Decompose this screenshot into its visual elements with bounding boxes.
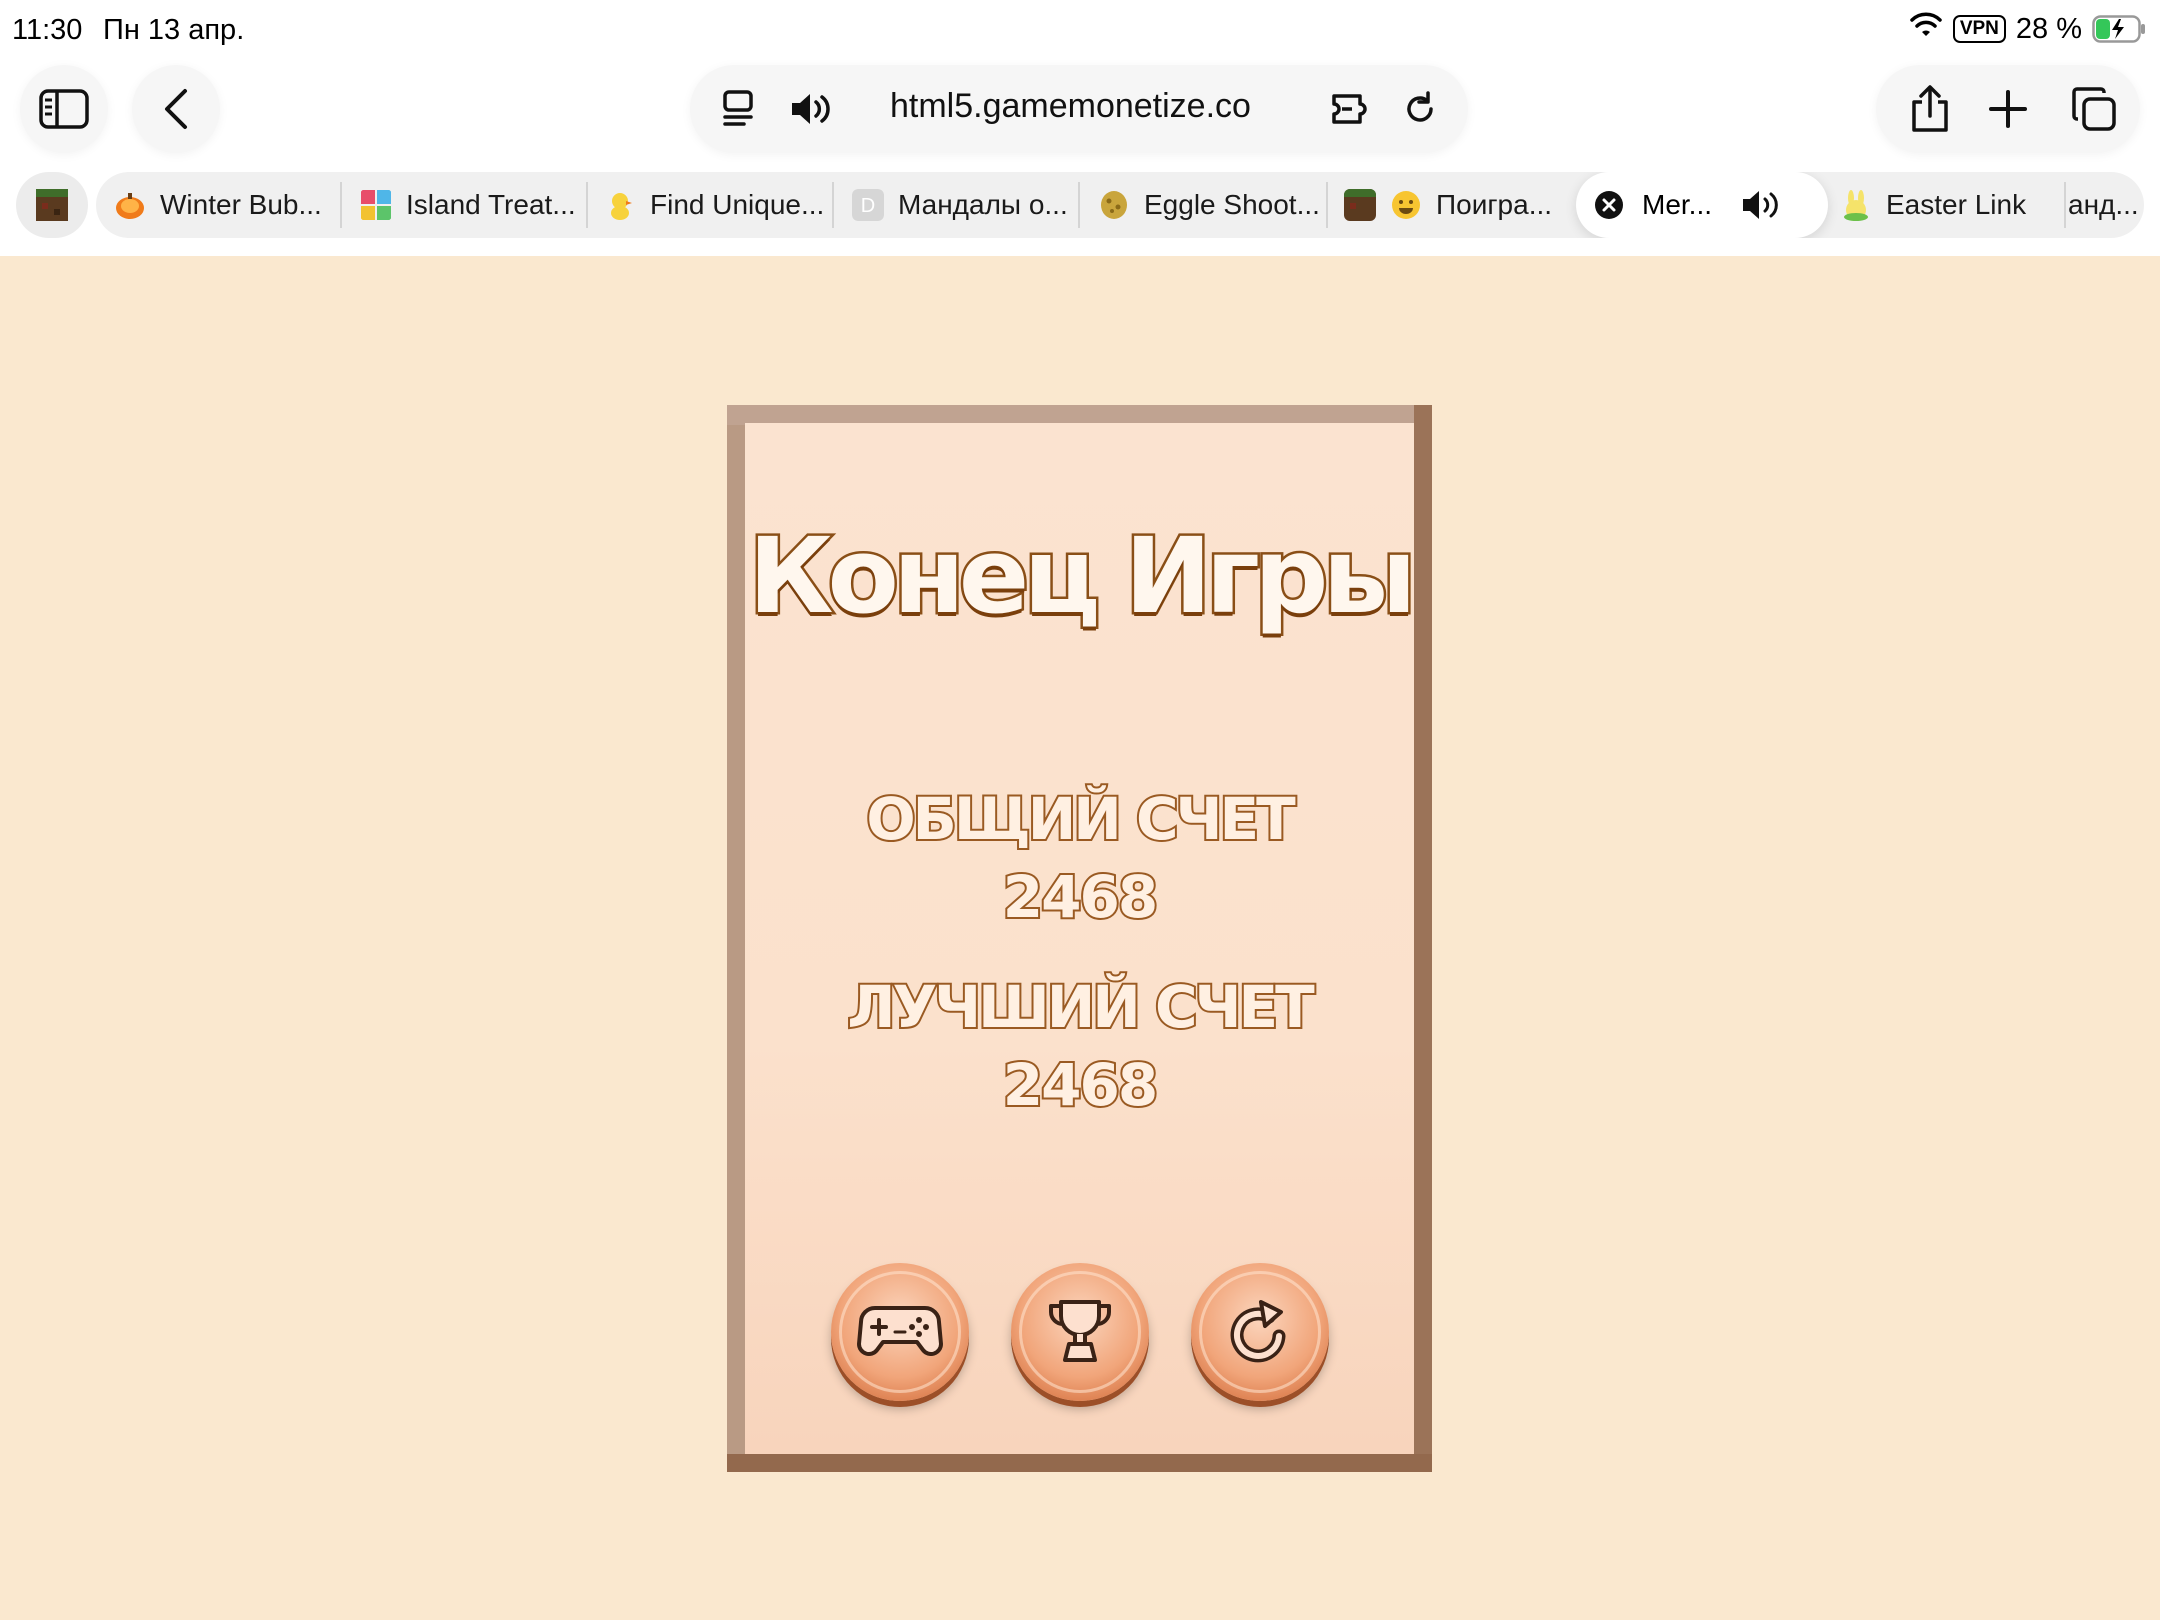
tab-divider — [1326, 182, 1328, 228]
minecraft-block-favicon — [36, 189, 68, 221]
best-score-label: ЛУЧШИЙ СЧЕТ — [845, 971, 1316, 1043]
tab-label: Мандалы о... — [898, 189, 1068, 220]
tab-divider — [586, 182, 588, 228]
tab-island-treat[interactable]: Island Treat... — [360, 172, 576, 238]
sidebar-toggle-button[interactable] — [20, 65, 108, 153]
restart-icon — [1230, 1300, 1286, 1363]
extensions-icon[interactable] — [1328, 85, 1376, 133]
panel-frame-top — [727, 405, 1432, 425]
reader-mode-icon[interactable] — [714, 85, 762, 133]
status-date: Пн 13 апр. — [103, 14, 245, 46]
tab-group-button[interactable] — [16, 172, 88, 238]
puzzle-favicon — [361, 190, 391, 220]
tab-mandaly[interactable]: D Мандалы о... — [852, 172, 1068, 238]
tab-label: Find Unique... — [650, 189, 825, 220]
tab-winter-bubble[interactable]: Winter Bub... — [114, 172, 322, 238]
minecraft-block-favicon — [1344, 189, 1376, 221]
chevron-left-icon — [165, 89, 187, 129]
letter-d-favicon: D — [852, 189, 884, 221]
best-score-value: 2468 — [1001, 1049, 1160, 1121]
tab-eggle-shooter[interactable]: Eggle Shoot... — [1098, 172, 1320, 238]
tab-divider — [340, 182, 342, 228]
speaker-icon[interactable] — [786, 85, 834, 133]
trophy-icon — [1049, 1300, 1111, 1362]
restart-button[interactable] — [1191, 1263, 1329, 1401]
close-icon[interactable] — [1594, 190, 1624, 220]
tab-label: анд... — [2068, 189, 2139, 220]
tab-label: Winter Bub... — [160, 189, 322, 220]
game-over-panel: Конец Игры ОБЩИЙ СЧЕТ 2468 ЛУЧШИЙ СЧЕТ 2… — [727, 405, 1432, 1472]
svg-text:D: D — [861, 195, 875, 217]
sidebar-icon — [39, 89, 89, 129]
leaderboard-button[interactable] — [1011, 1263, 1149, 1401]
pumpkin-favicon — [116, 193, 144, 219]
browser-chrome: 11:30 Пн 13 апр. VPN 28 % html5.gamemone… — [0, 0, 2160, 256]
total-score-value: 2468 — [1001, 861, 1160, 933]
new-tab-plus-icon[interactable] — [1982, 83, 2034, 135]
toolbar-actions — [1876, 65, 2140, 153]
tab-active-merge[interactable]: Mer... — [1576, 172, 1828, 238]
tab-partial[interactable]: анд... — [2068, 172, 2139, 238]
tab-divider — [2064, 182, 2066, 228]
status-time: 11:30 — [12, 14, 83, 46]
game-over-title: Конец Игры — [746, 513, 1419, 640]
speaker-icon[interactable] — [1740, 189, 1782, 221]
tab-label: Easter Link — [1886, 189, 2027, 220]
tab-divider — [1078, 182, 1080, 228]
total-score-label: ОБЩИЙ СЧЕТ — [864, 783, 1297, 855]
share-icon[interactable] — [1904, 83, 1956, 135]
tab-overview-icon[interactable] — [2068, 83, 2120, 135]
wifi-icon — [1909, 12, 1943, 46]
egg-favicon — [1101, 191, 1127, 219]
url-text[interactable]: html5.gamemonetize.co — [890, 87, 1251, 126]
reload-icon[interactable] — [1396, 85, 1444, 133]
tab-find-unique[interactable]: Find Unique... — [604, 172, 824, 238]
address-bar[interactable]: html5.gamemonetize.co — [690, 65, 1468, 153]
gamepad-icon — [857, 1306, 943, 1356]
vpn-badge: VPN — [1952, 15, 2006, 43]
bunny-favicon — [1844, 190, 1868, 221]
status-bar: 11:30 Пн 13 апр. VPN 28 % — [0, 0, 2160, 62]
smiley-favicon — [1392, 191, 1420, 219]
panel-frame-bottom — [727, 1454, 1432, 1472]
battery-percent: 28 % — [2015, 12, 2082, 45]
battery-charging-icon — [2092, 15, 2146, 43]
tab-poigra[interactable]: Поигра... — [1344, 172, 1552, 238]
more-games-button[interactable] — [831, 1263, 969, 1401]
back-button[interactable] — [132, 65, 220, 153]
status-indicators: VPN 28 % — [1909, 12, 2146, 46]
tab-label: Eggle Shoot... — [1144, 189, 1320, 220]
tab-label: Island Treat... — [406, 189, 576, 220]
tab-easter-link[interactable]: Easter Link — [1840, 172, 2026, 238]
tab-bar: Winter Bub... Island Treat... Find Uniqu… — [96, 172, 2144, 238]
tab-label: Поигра... — [1436, 189, 1553, 220]
tab-label: Mer... — [1642, 189, 1713, 220]
chick-favicon — [611, 193, 632, 220]
tab-divider — [832, 182, 834, 228]
